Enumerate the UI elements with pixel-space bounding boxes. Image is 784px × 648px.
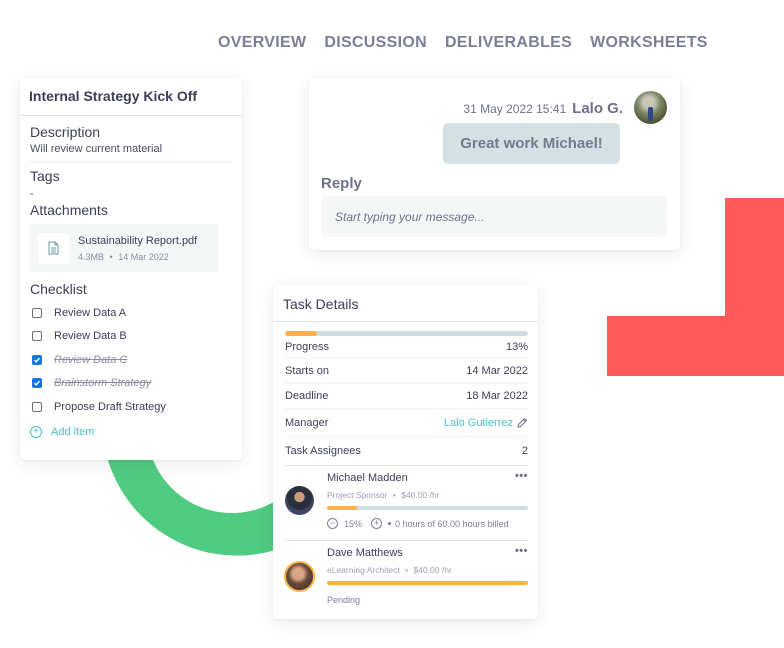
checklist-item: Review Data A (30, 301, 232, 325)
tab-discussion[interactable]: DISCUSSION (324, 34, 427, 52)
attachment-name: Sustainability Report.pdf (78, 234, 198, 247)
assignee-status: Pending (327, 595, 361, 605)
assignee-name: Michael Madden (327, 472, 408, 484)
checkmark-icon (34, 357, 41, 363)
checklist-item-label: Propose Draft Strategy (54, 400, 166, 413)
detail-label: Manager (285, 416, 329, 429)
add-item-button[interactable]: + Add item (30, 419, 232, 445)
task-progress-bar (285, 331, 528, 336)
assignee-name: Dave Matthews (327, 547, 403, 559)
assignee-item: Michael Madden ••• Project Sponsor • $40… (285, 466, 528, 541)
description-text: Will review current material (30, 143, 232, 162)
assignee-role: eLearning Architect • $40.00 /hr (327, 565, 452, 575)
detail-value: 18 Mar 2022 (466, 390, 528, 402)
manager-value: Lalo Gutierrez (444, 417, 528, 429)
avatar-lalo (634, 91, 667, 124)
checkbox-checked[interactable] (32, 354, 42, 365)
assignee-billing: − 15% + 0 hours of 60.00 hours billed (327, 518, 509, 529)
detail-row-deadline: Deadline 18 Mar 2022 (285, 384, 528, 409)
checkbox[interactable] (32, 401, 42, 412)
bullet-dot (388, 522, 392, 525)
task-details-title: Task Details (273, 285, 538, 322)
checklist-item-label: Review Data C (54, 353, 128, 366)
checkmark-icon (34, 380, 41, 387)
message-bubble: Great work Michael! (443, 123, 620, 164)
assignee-separator: • (405, 565, 409, 575)
plus-circle-icon: + (30, 425, 42, 438)
assignee-item: Dave Matthews ••• eLearning Architect • … (284, 541, 528, 618)
reply-input[interactable] (321, 196, 667, 237)
assignee-progress-fill (327, 506, 358, 510)
task-title: Internal Strategy Kick Off (20, 78, 242, 116)
detail-label: Progress (285, 341, 330, 353)
task-summary-card: Internal Strategy Kick Off Description W… (20, 78, 242, 460)
checklist-item: Brainstorm Strategy (30, 372, 232, 396)
detail-row-assignees: Task Assignees 2 (285, 437, 528, 466)
detail-label: Deadline (285, 390, 329, 402)
detail-value: 13% (505, 341, 528, 353)
detail-value: 14 Mar 2022 (466, 365, 528, 377)
detail-row-progress: Progress 13% (285, 336, 528, 359)
detail-label: Task Assignees (285, 445, 361, 457)
more-options-icon[interactable]: ••• (515, 545, 528, 557)
message-meta: 31 May 2022 15:41 Lalo G. (463, 100, 623, 117)
checkbox[interactable] (32, 331, 42, 342)
plus-circle-icon[interactable]: + (371, 518, 383, 529)
tab-overview[interactable]: OVERVIEW (218, 34, 306, 52)
billed-text: 0 hours of 60.00 hours billed (395, 518, 509, 529)
detail-row-manager: Manager Lalo Gutierrez (285, 409, 528, 437)
assignee-rate: $40.00 /hr (413, 565, 452, 575)
attachment-date: 14 Mar 2022 (118, 251, 169, 262)
attachments-heading: Attachments (30, 202, 108, 218)
manager-link[interactable]: Lalo Gutierrez (444, 417, 513, 429)
checklist-item-label: Review Data B (54, 330, 127, 343)
assignee-role: Project Sponsor • $40.00 /hr (327, 490, 440, 500)
avatar-michael-madden (285, 486, 314, 515)
tags-value: - (30, 188, 34, 200)
detail-value: 2 (521, 445, 528, 457)
document-icon (38, 232, 69, 264)
checklist-item: Review Data B (30, 325, 232, 349)
checklist-item-label: Brainstorm Strategy (54, 377, 152, 390)
reply-label: Reply (321, 175, 362, 192)
attachment-item[interactable]: Sustainability Report.pdf 4.3MB • 14 Mar… (30, 224, 218, 272)
pencil-icon[interactable] (516, 417, 528, 429)
assignee-percent: 15% (344, 518, 363, 529)
message-author: Lalo G. (572, 100, 623, 117)
add-item-label: Add item (51, 425, 95, 438)
checklist-heading: Checklist (30, 281, 87, 297)
task-progress-fill (285, 331, 317, 336)
checkbox[interactable] (32, 307, 42, 318)
tab-bar: OVERVIEW DISCUSSION DELIVERABLES WORKSHE… (218, 34, 708, 52)
assignee-progress-fill (327, 581, 528, 585)
assignee-rate: $40.00 /hr (401, 490, 440, 500)
discussion-card: 31 May 2022 15:41 Lalo G. Great work Mic… (309, 78, 680, 250)
attachment-size: 4.3MB (78, 251, 105, 262)
attachment-meta: 4.3MB • 14 Mar 2022 (78, 252, 197, 262)
tab-deliverables[interactable]: DELIVERABLES (445, 34, 572, 52)
message-timestamp: 31 May 2022 15:41 (463, 102, 567, 116)
assignee-progress-bar (327, 581, 528, 585)
more-options-icon[interactable]: ••• (515, 470, 528, 482)
checklist-item-label: Review Data A (54, 306, 127, 319)
minus-circle-icon[interactable]: − (327, 518, 338, 529)
tab-worksheets[interactable]: WORKSHEETS (590, 34, 708, 52)
attachment-separator: • (109, 251, 113, 262)
avatar-dave-matthews (284, 561, 315, 592)
checklist-item: Review Data C (30, 348, 232, 372)
assignee-progress-bar (327, 506, 528, 510)
checklist-item: Propose Draft Strategy (30, 395, 232, 419)
task-details-card: Task Details Progress 13% Starts on 14 M… (273, 285, 538, 619)
tags-heading: Tags (30, 168, 60, 184)
detail-label: Starts on (285, 365, 330, 377)
checkbox-checked[interactable] (32, 378, 42, 389)
assignee-role-text: Project Sponsor (327, 490, 388, 500)
checklist: Review Data A Review Data B Review Data C B… (30, 301, 232, 419)
assignee-separator: • (392, 490, 396, 500)
assignee-role-text: eLearning Architect (327, 565, 400, 575)
detail-row-starts-on: Starts on 14 Mar 2022 (285, 359, 528, 384)
description-heading: Description (30, 124, 101, 140)
decorative-red-bar-horizontal (607, 316, 784, 376)
